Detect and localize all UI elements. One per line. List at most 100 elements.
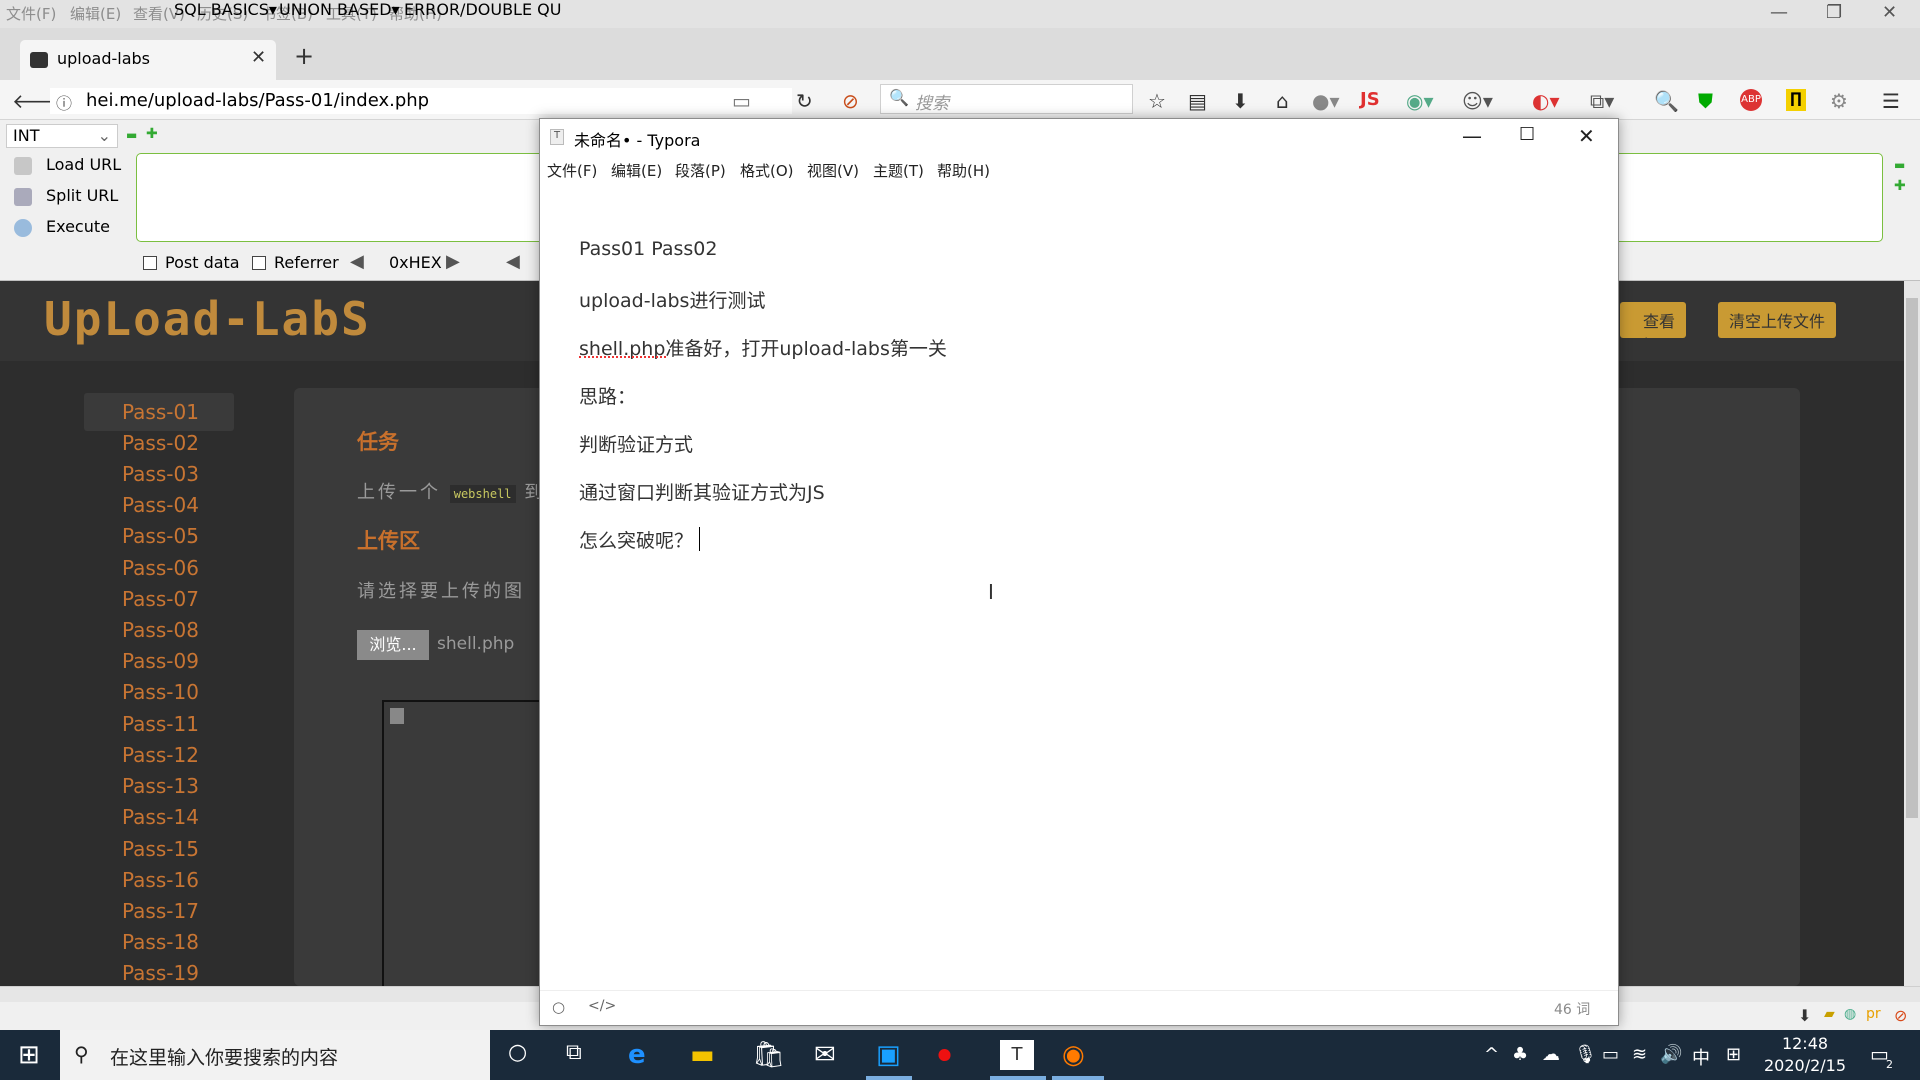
task-view-icon[interactable]: ⧉ xyxy=(566,1040,582,1065)
battery-icon[interactable]: ▭ xyxy=(1602,1044,1619,1065)
typora-menu-help[interactable]: 帮助(H) xyxy=(937,160,990,181)
reading-list-icon[interactable]: ▤ xyxy=(1188,89,1207,113)
arrow-left-2-icon[interactable]: ◀ xyxy=(506,251,520,272)
shield-icon[interactable]: ⛊ xyxy=(1698,89,1713,113)
arrow-right-icon[interactable]: ▶ xyxy=(446,251,460,272)
outline-toggle-icon[interactable]: ○ xyxy=(552,998,565,1016)
javascript-toggle-icon[interactable]: JS xyxy=(1360,89,1380,110)
hackbar-union-based-menu[interactable]: UNION BASED▾ xyxy=(279,0,400,19)
ime-mode-icon[interactable]: ⊞ xyxy=(1726,1044,1741,1065)
globe-icon[interactable]: ●▾ xyxy=(1312,89,1340,113)
pass-link-03[interactable]: Pass-03 xyxy=(122,462,199,486)
adblock-icon[interactable]: ABP xyxy=(1740,89,1762,111)
status-block-icon[interactable]: ⊘ xyxy=(1894,1006,1907,1025)
arrow-left-icon[interactable]: ◀ xyxy=(350,251,364,272)
new-tab-icon[interactable]: + xyxy=(294,42,314,70)
typora-taskbar-icon[interactable]: T xyxy=(1000,1040,1034,1070)
clock-time[interactable]: 12:48 xyxy=(1755,1034,1855,1053)
bookmark-star-icon[interactable]: ☆ xyxy=(1148,89,1166,113)
clock-date[interactable]: 2020/2/15 xyxy=(1755,1056,1855,1075)
tab-close-icon[interactable]: ✕ xyxy=(251,47,266,68)
status-lock-icon[interactable]: ▰ xyxy=(1824,1006,1835,1022)
wifi-icon[interactable]: ≋ xyxy=(1632,1044,1647,1065)
browse-button[interactable]: 浏览... xyxy=(357,630,429,660)
editor-line[interactable]: 判断验证方式 xyxy=(579,430,693,457)
firefox-icon[interactable]: ◉ xyxy=(1062,1040,1085,1070)
url-field[interactable]: ⓘ hei.me/upload-labs/Pass-01/index.php xyxy=(50,88,792,114)
mail-icon[interactable]: ✉ xyxy=(814,1040,836,1070)
referrer-check-box[interactable] xyxy=(252,256,266,270)
download-icon[interactable]: ⬇ xyxy=(1232,89,1249,113)
onedrive-icon[interactable]: ☁ xyxy=(1542,1044,1560,1065)
pass-link-01[interactable]: Pass-01 xyxy=(122,400,199,424)
record-icon[interactable]: ⏺ xyxy=(938,1040,951,1071)
word-count[interactable]: 46 词 xyxy=(1554,999,1590,1019)
pass-link-04[interactable]: Pass-04 xyxy=(122,493,199,517)
cookie-icon[interactable]: ☺▾ xyxy=(1462,89,1493,113)
typora-menu-view[interactable]: 视图(V) xyxy=(807,160,859,181)
typora-maximize-icon[interactable]: ☐ xyxy=(1519,124,1535,145)
pass-link-14[interactable]: Pass-14 xyxy=(122,805,199,829)
post-data-checkbox[interactable]: Post data xyxy=(143,253,240,272)
pass-link-02[interactable]: Pass-02 xyxy=(122,431,199,455)
reload-icon[interactable]: ↻ xyxy=(796,89,813,113)
typora-minimize-icon[interactable]: — xyxy=(1462,124,1482,148)
hamburger-menu-icon[interactable]: ☰ xyxy=(1882,89,1900,113)
editor-line[interactable]: 思路： xyxy=(579,382,636,409)
status-pr-icon[interactable]: pr xyxy=(1866,1006,1881,1022)
store-icon[interactable]: 🛍 xyxy=(752,1040,785,1070)
zoom-icon[interactable]: 🔍 xyxy=(1654,89,1679,113)
textarea-minus-icon[interactable]: ▬ xyxy=(1894,158,1905,172)
pass-link-07[interactable]: Pass-07 xyxy=(122,587,199,611)
minus-icon[interactable]: ▬ xyxy=(126,128,137,142)
pass-link-10[interactable]: Pass-10 xyxy=(122,680,199,704)
search-field[interactable]: 🔍 搜索 xyxy=(880,84,1133,114)
settings-gear-icon[interactable]: ⚙ xyxy=(1830,89,1848,113)
menu-edit[interactable]: 编辑(E) xyxy=(70,3,121,24)
pass-link-18[interactable]: Pass-18 xyxy=(122,930,199,954)
typora-menu-file[interactable]: 文件(F) xyxy=(547,160,597,181)
load-url-button[interactable]: Load URL xyxy=(14,155,121,175)
pass-link-06[interactable]: Pass-06 xyxy=(122,556,199,580)
hackbar-toggle-icon[interactable]: ◐▾ xyxy=(1532,89,1560,113)
microphone-icon[interactable]: 🎙 xyxy=(1574,1044,1597,1065)
clear-uploads-button[interactable]: 清空上传文件 xyxy=(1718,302,1837,338)
pass-link-11[interactable]: Pass-11 xyxy=(122,712,199,736)
close-icon[interactable]: ✕ xyxy=(1882,2,1897,23)
referrer-checkbox[interactable]: Referrer xyxy=(252,253,339,272)
editor-line[interactable]: 怎么突破呢？ xyxy=(579,526,693,553)
typora-menu-format[interactable]: 格式(O) xyxy=(740,160,794,181)
blocker-icon[interactable]: ⊘ xyxy=(842,89,859,113)
hackbar-type-select[interactable]: INT ⌄ xyxy=(6,124,118,148)
editor-line[interactable]: 通过窗口判断其验证方式为JS xyxy=(579,478,825,505)
volume-icon[interactable]: 🔊 xyxy=(1660,1044,1682,1065)
pass-link-17[interactable]: Pass-17 xyxy=(122,899,199,923)
page-action-icon[interactable]: ▭ xyxy=(732,89,751,113)
typora-menu-paragraph[interactable]: 段落(P) xyxy=(675,160,726,181)
remote-app-icon[interactable]: ▣ xyxy=(876,1040,901,1070)
execute-button[interactable]: Execute xyxy=(14,217,110,237)
plus-icon[interactable]: ✚ xyxy=(146,126,158,142)
typora-close-icon[interactable]: ✕ xyxy=(1578,124,1595,148)
proxy-icon[interactable]: ◉▾ xyxy=(1406,89,1434,113)
tray-expand-icon[interactable]: ^ xyxy=(1484,1044,1499,1065)
cortana-icon[interactable]: ○ xyxy=(508,1040,527,1065)
hackbar-error-double-menu[interactable]: ERROR/DOUBLE QU xyxy=(404,0,561,19)
minimize-icon[interactable]: — xyxy=(1770,2,1788,23)
typora-menu-theme[interactable]: 主题(T) xyxy=(873,160,924,181)
vertical-scroll-thumb[interactable] xyxy=(1906,298,1918,818)
editor-line[interactable]: upload-labs进行测试 xyxy=(579,286,765,313)
typora-menu-edit[interactable]: 编辑(E) xyxy=(611,160,662,181)
menu-file[interactable]: 文件(F) xyxy=(6,3,56,24)
edge-icon[interactable]: e xyxy=(628,1040,646,1070)
pass-link-15[interactable]: Pass-15 xyxy=(122,837,199,861)
pass-link-05[interactable]: Pass-05 xyxy=(122,524,199,548)
view-hint-button[interactable]: 查看提示 xyxy=(1620,302,1686,338)
extension-n-icon[interactable]: ∏ xyxy=(1786,89,1806,111)
status-network-icon[interactable]: ◍ xyxy=(1844,1006,1856,1022)
screenshot-icon[interactable]: ⧉▾ xyxy=(1590,89,1614,113)
pass-link-16[interactable]: Pass-16 xyxy=(122,868,199,892)
pass-link-09[interactable]: Pass-09 xyxy=(122,649,199,673)
pass-link-13[interactable]: Pass-13 xyxy=(122,774,199,798)
ime-indicator[interactable]: 中 xyxy=(1692,1044,1710,1070)
